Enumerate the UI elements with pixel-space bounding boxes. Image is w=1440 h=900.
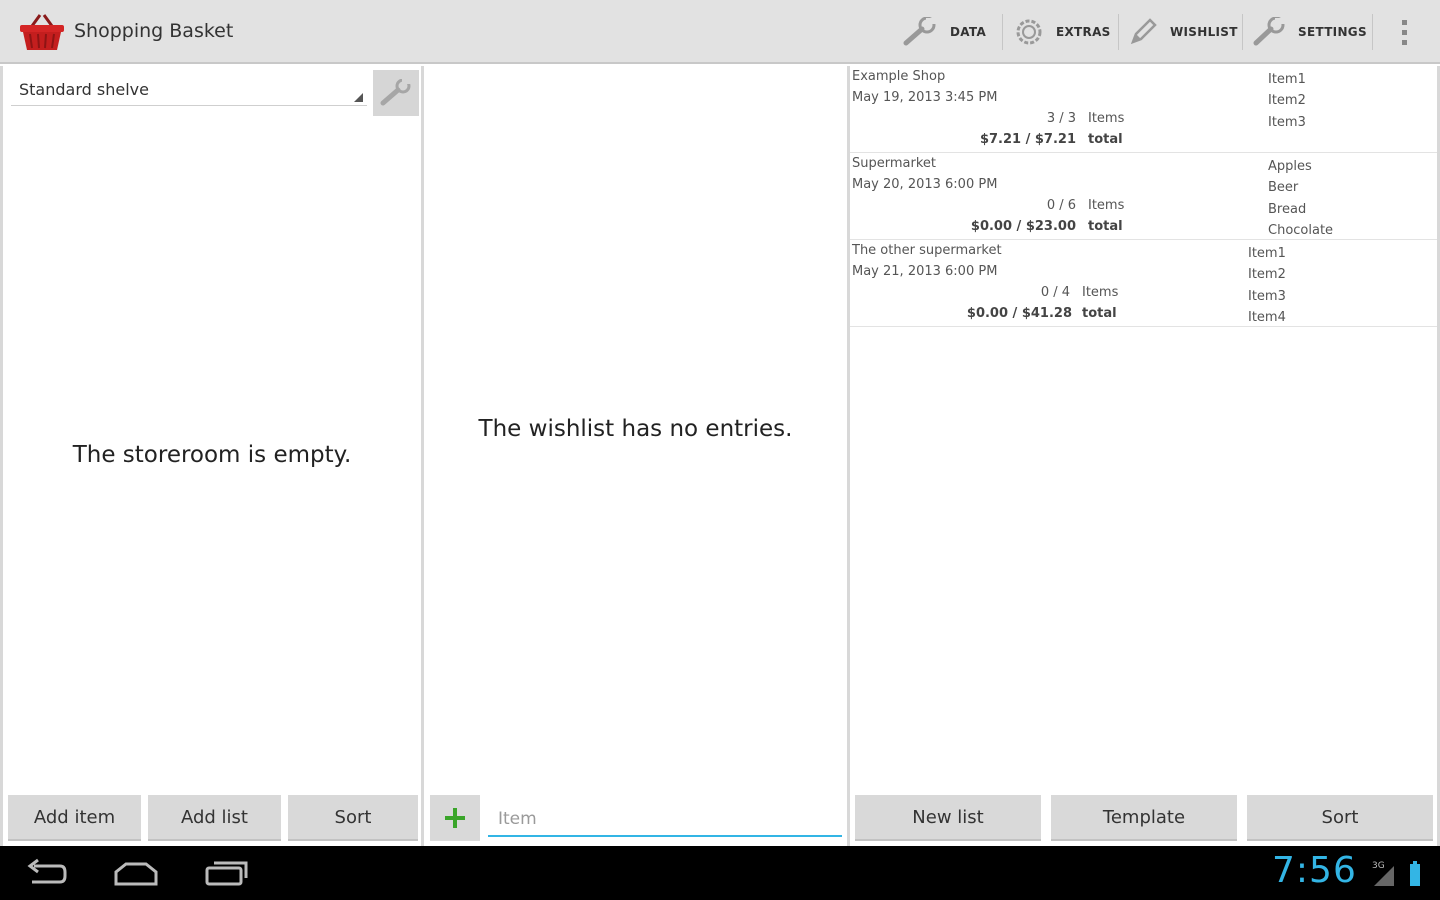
list-item: Item2	[1268, 93, 1306, 109]
list-total-label: total	[1082, 306, 1117, 321]
settings-action-label: SETTINGS	[1298, 25, 1367, 39]
new-list-button[interactable]: New list	[855, 795, 1041, 841]
wishlist-action[interactable]: WISHLIST	[1128, 12, 1238, 52]
divider	[1372, 14, 1373, 50]
home-icon[interactable]	[112, 858, 160, 888]
wrench-icon	[903, 17, 936, 46]
list-shop-name: Supermarket	[852, 156, 936, 171]
list-item: Item3	[1248, 288, 1286, 304]
list-shop-name: Example Shop	[852, 69, 946, 84]
wishlist-item-input[interactable]	[488, 803, 842, 837]
clock: 7:56	[1272, 850, 1357, 891]
wishlist-pane: The wishlist has no entries.	[424, 66, 850, 846]
list-date: May 20, 2013 6:00 PM	[852, 177, 998, 192]
list-total: $7.21 / $7.21	[979, 132, 1076, 147]
data-action-label: DATA	[950, 25, 987, 39]
shopping-list-entry[interactable]: Example Shop May 19, 2013 3:45 PM 3 / 3 …	[850, 66, 1437, 153]
list-total: $0.00 / $23.00	[970, 219, 1076, 234]
list-total-label: total	[1088, 132, 1123, 147]
dropdown-triangle-icon	[354, 93, 363, 102]
divider	[1242, 14, 1243, 50]
list-items-label: Items	[1088, 111, 1125, 126]
storeroom-pane: Standard shelve The storeroom is empty. …	[0, 66, 424, 846]
shelf-dropdown[interactable]: Standard shelve	[11, 70, 367, 106]
extras-action-label: EXTRAS	[1056, 25, 1111, 39]
template-button[interactable]: Template	[1051, 795, 1237, 841]
list-items-label: Items	[1082, 285, 1119, 300]
shelf-settings-button[interactable]	[373, 70, 419, 116]
navigation-bar	[0, 846, 1440, 900]
network-type: 3G	[1372, 861, 1385, 871]
list-item: Chocolate	[1268, 223, 1334, 239]
sort-lists-button[interactable]: Sort	[1247, 795, 1433, 841]
list-item: Apples	[1268, 159, 1312, 174]
list-item-count: 0 / 4	[1040, 285, 1070, 300]
shopping-lists-pane: Example Shop May 19, 2013 3:45 PM 3 / 3 …	[850, 66, 1440, 846]
list-items-preview: Apples Beer Bread Chocolate	[1268, 156, 1333, 242]
add-list-button[interactable]: Add list	[148, 795, 281, 841]
list-item: Item4	[1248, 310, 1286, 326]
divider	[1002, 14, 1003, 50]
list-date: May 21, 2013 6:00 PM	[852, 264, 998, 279]
wrench-icon	[380, 79, 412, 106]
plus-icon	[445, 808, 465, 828]
list-items-preview: Item1 Item2 Item3 Item4	[1248, 243, 1286, 329]
sort-storeroom-button[interactable]: Sort	[288, 795, 418, 841]
shelf-dropdown-value: Standard shelve	[19, 80, 149, 99]
list-item-count: 3 / 3	[1046, 111, 1076, 126]
list-item: Item3	[1268, 114, 1306, 130]
list-item: Item1	[1268, 72, 1306, 87]
list-total-label: total	[1088, 219, 1123, 234]
list-shop-name: The other supermarket	[852, 243, 1002, 258]
app-title: Shopping Basket	[74, 20, 234, 42]
pencil-icon	[1130, 18, 1157, 45]
list-items-label: Items	[1088, 198, 1125, 213]
list-item-count: 0 / 6	[1046, 198, 1076, 213]
settings-action[interactable]: SETTINGS	[1252, 12, 1367, 52]
list-item: Item1	[1248, 246, 1286, 261]
wishlist-empty-message: The wishlist has no entries.	[478, 416, 793, 442]
storeroom-empty-message: The storeroom is empty.	[72, 442, 352, 468]
overflow-menu-icon[interactable]	[1392, 14, 1416, 50]
data-action[interactable]: DATA	[902, 12, 986, 52]
recent-apps-icon[interactable]	[204, 858, 250, 888]
signal-battery-icon: 3G	[1372, 861, 1420, 886]
shopping-list-entry[interactable]: Supermarket May 20, 2013 6:00 PM 0 / 6 I…	[850, 153, 1437, 240]
list-item: Bread	[1268, 201, 1307, 217]
wrench-icon	[1253, 17, 1285, 46]
shopping-list-entry[interactable]: The other supermarket May 21, 2013 6:00 …	[850, 240, 1437, 327]
list-items-preview: Item1 Item2 Item3	[1268, 69, 1306, 133]
list-item: Beer	[1268, 180, 1299, 196]
list-item: Item2	[1248, 267, 1286, 283]
list-date: May 19, 2013 3:45 PM	[852, 90, 998, 105]
divider	[1118, 14, 1119, 50]
action-bar: Shopping Basket DATA EXTRAS WISHLIST SET	[0, 0, 1440, 64]
basket-icon[interactable]	[18, 12, 66, 52]
wishlist-action-label: WISHLIST	[1170, 25, 1238, 39]
back-icon[interactable]	[24, 858, 68, 888]
add-item-button[interactable]: Add item	[8, 795, 141, 841]
gear-icon	[1016, 19, 1042, 45]
add-wishlist-item-button[interactable]	[430, 795, 480, 841]
extras-action[interactable]: EXTRAS	[1014, 12, 1111, 52]
list-total: $0.00 / $41.28	[966, 306, 1072, 321]
